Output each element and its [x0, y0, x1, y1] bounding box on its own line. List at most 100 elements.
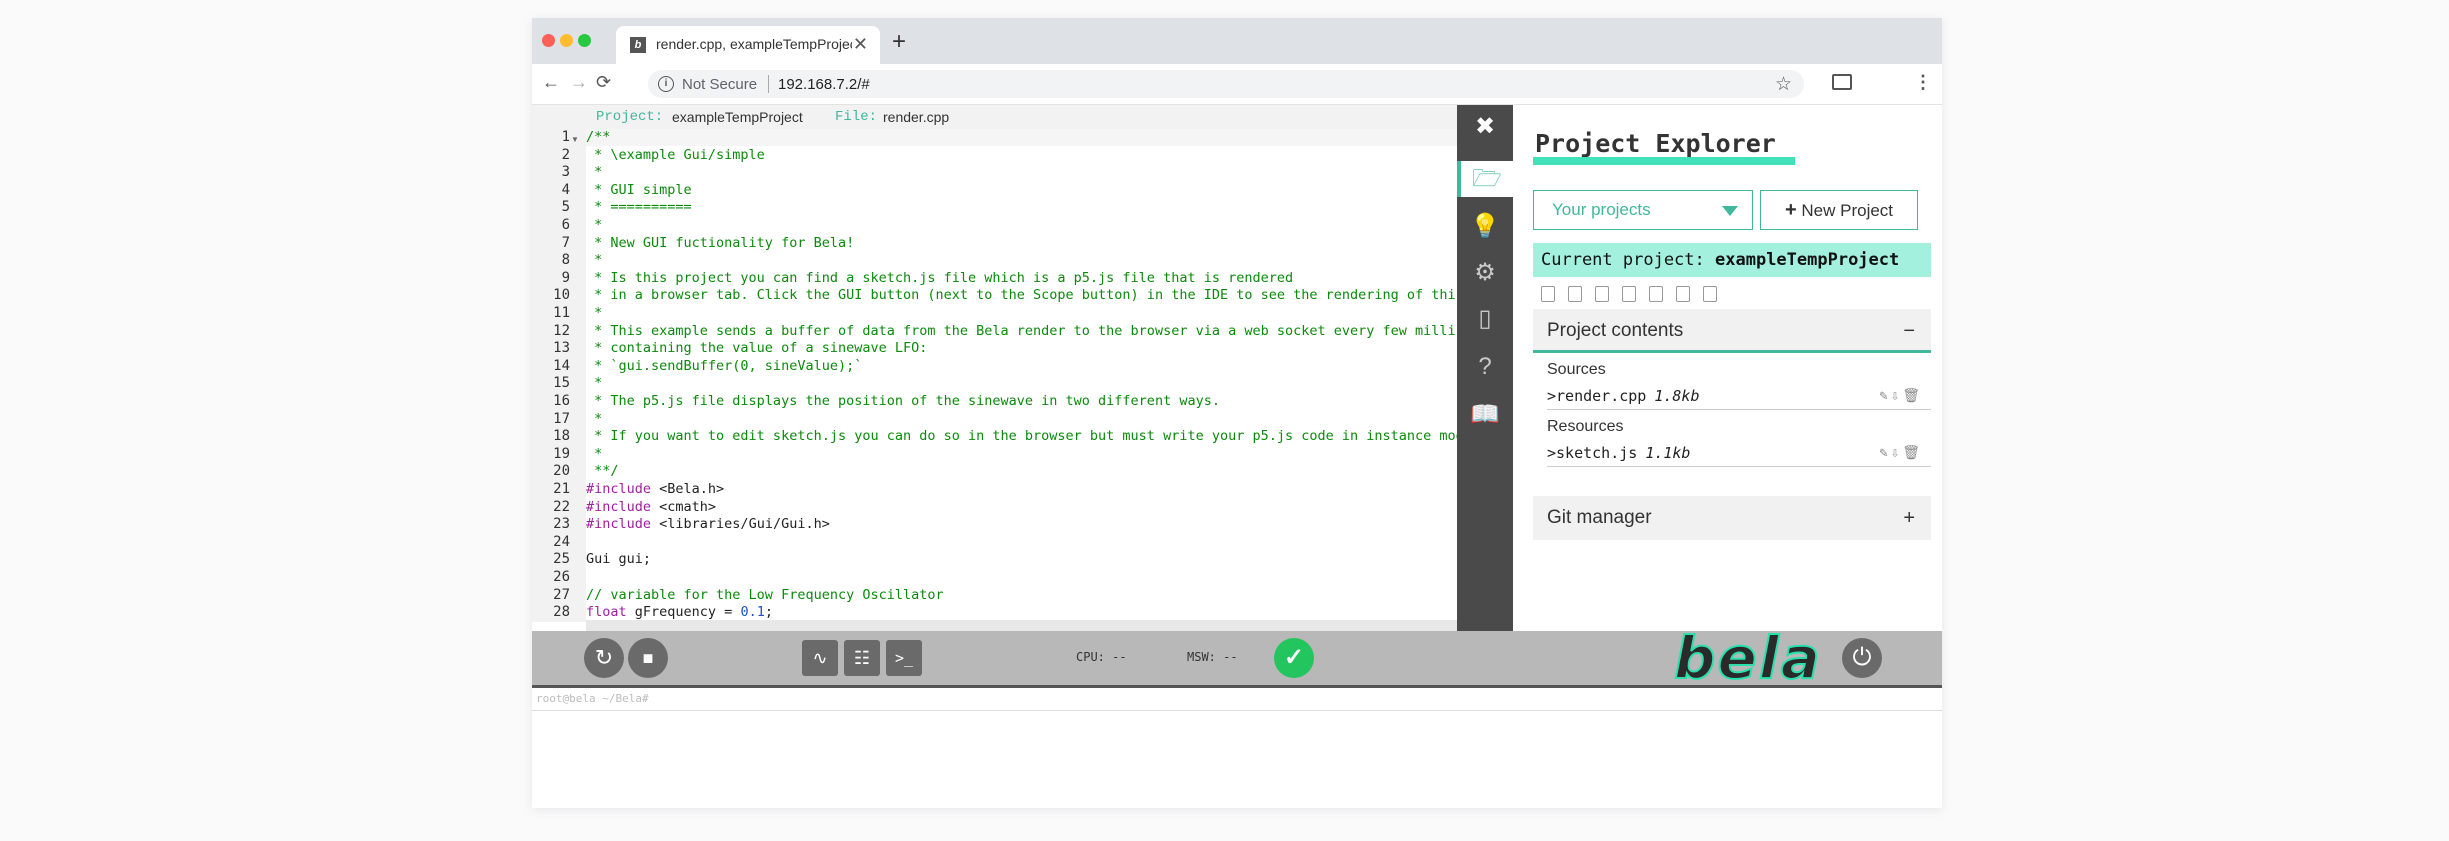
code-line[interactable]: #include <cmath>: [586, 499, 716, 515]
file-actions-icon[interactable]: ✎⇩🗑: [1879, 383, 1923, 409]
stop-button[interactable]: ■: [628, 638, 668, 678]
code-line[interactable]: * If you want to edit sketch.js you can …: [586, 428, 1472, 444]
code-line[interactable]: Gui gui;: [586, 551, 651, 567]
line-number: 7: [561, 234, 570, 251]
line-number: 14: [553, 357, 570, 374]
code-line[interactable]: **/: [586, 463, 618, 479]
close-panel-icon[interactable]: ✖: [1467, 109, 1503, 145]
file-size: 1.8kb: [1654, 387, 1700, 405]
project-contents-header[interactable]: Project contents −: [1533, 309, 1931, 353]
current-project-name: exampleTempProject: [1715, 250, 1900, 270]
code-line[interactable]: *: [586, 305, 602, 321]
help-icon[interactable]: ?: [1467, 349, 1503, 385]
expand-arrow-icon[interactable]: >: [1547, 387, 1556, 405]
power-button[interactable]: ⏻: [1842, 638, 1882, 678]
code-line[interactable]: * in a browser tab. Click the GUI button…: [586, 287, 1464, 303]
bookmark-star-icon[interactable]: ☆: [1775, 73, 1792, 96]
scope-button[interactable]: ∿: [802, 640, 838, 676]
code-line[interactable]: * GUI simple: [586, 182, 692, 198]
file-name[interactable]: sketch.js: [1556, 444, 1637, 462]
forward-arrow-icon[interactable]: →: [570, 72, 588, 93]
upload-icon[interactable]: [1595, 286, 1609, 302]
browser-menu-icon[interactable]: ⋮: [1914, 72, 1932, 93]
fold-arrow-icon[interactable]: ▼: [571, 135, 579, 144]
close-tab-icon[interactable]: ✕: [853, 34, 868, 55]
new-file-icon[interactable]: [1541, 286, 1555, 302]
gear-icon[interactable]: ⚙: [1467, 255, 1503, 291]
code-line[interactable]: *: [586, 411, 602, 427]
new-project-label: New Project: [1801, 201, 1894, 220]
minimize-window-button[interactable]: [560, 34, 573, 47]
save-icon[interactable]: [1622, 286, 1636, 302]
code-line[interactable]: * ==========: [586, 199, 692, 215]
msw-readout: MSW: --: [1187, 650, 1238, 664]
code-line[interactable]: *: [586, 375, 602, 391]
code-editor[interactable]: Project: exampleTempProject File: render…: [532, 105, 1472, 631]
address-bar: ← → ⟳ i Not Secure 192.168.7.2/# ☆ ⋮: [532, 64, 1942, 105]
expand-icon[interactable]: +: [1903, 496, 1915, 540]
open-folder-icon[interactable]: [1568, 286, 1582, 302]
active-line-highlight: [586, 129, 1457, 146]
new-project-button[interactable]: + New Project: [1760, 190, 1918, 230]
reload-icon[interactable]: ⟳: [596, 72, 611, 93]
lightbulb-icon[interactable]: 💡: [1467, 209, 1503, 245]
line-number: 8: [561, 252, 570, 269]
code-line[interactable]: *: [586, 217, 602, 233]
download-icon[interactable]: [1649, 286, 1663, 302]
trash-icon[interactable]: [1703, 286, 1717, 302]
git-manager-title: Git manager: [1547, 507, 1652, 528]
code-line[interactable]: #include <Bela.h>: [586, 481, 724, 497]
info-icon[interactable]: i: [658, 76, 674, 92]
ide-tab-bar: ✖ 🗁 💡 ⚙ ▯? 📖: [1457, 105, 1513, 631]
line-number: 27: [553, 586, 570, 603]
code-line[interactable]: * The p5.js file displays the position o…: [586, 393, 1220, 409]
code-line[interactable]: * New GUI fuctionality for Bela!: [586, 235, 854, 251]
horizontal-scrollbar[interactable]: [586, 620, 1457, 631]
console-divider: [532, 710, 1942, 711]
resources-label: Resources: [1547, 418, 1624, 435]
code-line[interactable]: *: [586, 252, 602, 268]
code-line[interactable]: * `gui.sendBuffer(0, sineValue);`: [586, 358, 862, 374]
line-gutter: ▼ 1 2 3 4 5 6 7 8 9 10 11 12 13 14 15 16 17 18 19 20 21 22 23 24…: [532, 129, 586, 622]
project-explorer-panel: Project Explorer Your projects + New Pro…: [1513, 105, 1942, 631]
git-manager-header[interactable]: Git manager +: [1533, 496, 1931, 540]
run-button[interactable]: ↻: [584, 638, 624, 678]
line-number: 26: [553, 569, 570, 585]
code-line[interactable]: * Is this project you can find a sketch.…: [586, 270, 1293, 286]
console-panel[interactable]: root@bela ~/Bela#: [532, 688, 1942, 808]
current-project-label: Current project:: [1541, 250, 1705, 270]
file-actions-icon[interactable]: ✎⇩🗑: [1879, 440, 1923, 466]
omnibox[interactable]: i Not Secure 192.168.7.2/# ☆: [648, 70, 1804, 98]
cast-icon[interactable]: [1832, 74, 1852, 90]
code-line[interactable]: * \example Gui/simple: [586, 147, 765, 163]
folder-icon[interactable]: 🗁: [1457, 161, 1513, 197]
file-row[interactable]: >sketch.js 1.1kb ✎⇩🗑: [1547, 440, 1931, 467]
new-tab-button[interactable]: +: [892, 28, 906, 56]
maximize-window-button[interactable]: [578, 34, 591, 47]
back-arrow-icon[interactable]: ←: [542, 72, 560, 93]
cpu-readout: CPU: --: [1076, 650, 1127, 664]
url-text[interactable]: 192.168.7.2/#: [778, 76, 870, 93]
collapse-icon[interactable]: −: [1903, 309, 1915, 353]
browser-tab[interactable]: b render.cpp, exampleTempProject ✕: [616, 26, 880, 64]
console-button[interactable]: >_: [886, 640, 922, 676]
code-line[interactable]: float gFrequency = 0.1;: [586, 604, 773, 620]
code-line[interactable]: /**: [586, 129, 610, 145]
chip-icon[interactable]: ▯: [1467, 301, 1503, 337]
book-icon[interactable]: 📖: [1467, 397, 1503, 433]
code-line[interactable]: *: [586, 164, 602, 180]
close-window-button[interactable]: [542, 34, 555, 47]
file-name[interactable]: render.cpp: [1556, 387, 1646, 405]
line-number: 23: [553, 516, 570, 533]
gui-button[interactable]: ☷: [844, 640, 880, 676]
clean-icon[interactable]: [1676, 286, 1690, 302]
code-line[interactable]: * containing the value of a sinewave LFO…: [586, 340, 927, 356]
code-line[interactable]: #include <libraries/Gui/Gui.h>: [586, 516, 830, 532]
code-line[interactable]: * This example sends a buffer of data fr…: [586, 323, 1472, 339]
code-line[interactable]: *: [586, 446, 602, 462]
line-number: 6: [561, 217, 570, 233]
your-projects-dropdown[interactable]: Your projects: [1533, 190, 1753, 230]
expand-arrow-icon[interactable]: >: [1547, 444, 1556, 462]
code-line[interactable]: // variable for the Low Frequency Oscill…: [586, 587, 944, 603]
file-row[interactable]: >render.cpp 1.8kb ✎⇩🗑: [1547, 383, 1931, 410]
